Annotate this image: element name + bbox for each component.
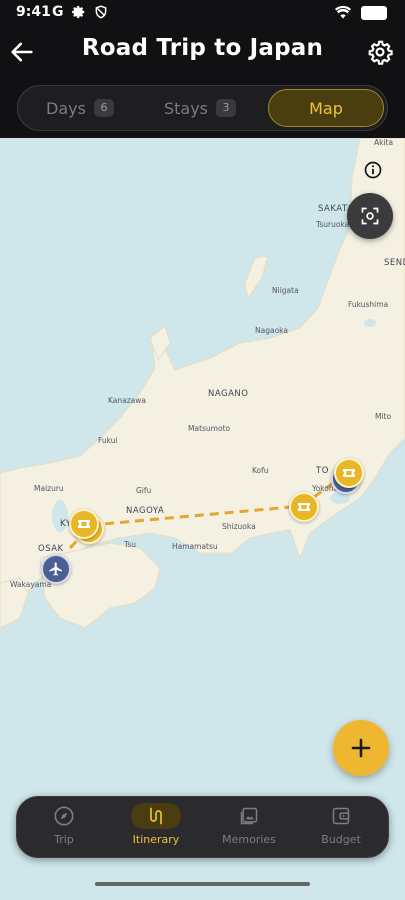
status-time: 9:41	[16, 4, 51, 20]
plus-icon	[351, 738, 371, 758]
nav-budget-icon-wrap	[316, 803, 366, 829]
label-tokyo: TO	[316, 466, 329, 476]
tab-stays-label: Stays	[163, 98, 209, 118]
nav-memories[interactable]: Memories	[204, 803, 294, 853]
bottom-navigation: Trip Itinerary Memories Budget	[16, 796, 389, 858]
inland-lake	[364, 319, 376, 327]
nav-trip-label: Trip	[54, 833, 74, 846]
tab-days-label: Days	[46, 98, 86, 118]
label-fukushima: Fukushima	[348, 300, 389, 309]
label-mito: Mito	[375, 412, 392, 421]
tab-map[interactable]: Map	[268, 89, 384, 127]
home-indicator	[95, 882, 310, 886]
tab-days-count: 6	[93, 99, 114, 117]
map-pin-kyoto[interactable]	[69, 509, 99, 539]
label-nagaoka: Nagaoka	[255, 326, 288, 335]
add-button[interactable]	[333, 720, 389, 776]
nav-trip-icon-wrap	[39, 803, 89, 829]
label-maizuru: Maizuru	[34, 484, 64, 493]
nav-itinerary-label: Itinerary	[132, 833, 180, 846]
tab-stays-count: 3	[216, 99, 237, 117]
map-pin-tokyo[interactable]	[334, 458, 364, 488]
nav-memories-label: Memories	[222, 833, 276, 846]
google-icon: G	[52, 4, 64, 20]
nav-itinerary-icon-wrap	[131, 803, 181, 829]
label-sendai: SEND	[384, 258, 405, 268]
label-nagano: NAGANO	[208, 389, 249, 399]
battery-icon	[361, 6, 387, 20]
nav-trip[interactable]: Trip	[19, 803, 109, 853]
info-icon	[364, 161, 382, 179]
map-pin-shizuoka[interactable]	[289, 492, 319, 522]
compass-icon	[54, 806, 74, 826]
label-tsu: Tsu	[124, 540, 137, 549]
tab-map-label: Map	[309, 98, 343, 118]
sado-island	[244, 255, 269, 300]
label-niigata: Niigata	[272, 286, 299, 295]
page-title: Road Trip to Japan	[81, 35, 324, 61]
label-shizuoka: Shizuoka	[222, 522, 256, 531]
nav-budget-label: Budget	[321, 833, 361, 846]
nav-budget[interactable]: Budget	[296, 803, 386, 853]
app-header: Road Trip to Japan	[0, 26, 405, 78]
view-tabs-bar: Days 6 Stays 3 Map	[0, 78, 405, 138]
tab-stays[interactable]: Stays 3	[142, 89, 258, 127]
label-akita: Akita	[374, 138, 394, 147]
label-nagoya: NAGOYA	[126, 506, 165, 516]
airplane-icon	[49, 562, 62, 576]
nav-itinerary[interactable]: Itinerary	[111, 803, 201, 853]
tab-days[interactable]: Days 6	[22, 89, 138, 127]
ticket-icon	[343, 469, 355, 477]
recenter-button[interactable]	[347, 193, 393, 239]
wallet-icon	[332, 807, 350, 825]
label-kanazawa: Kanazawa	[108, 396, 146, 405]
shield-icon	[95, 5, 107, 19]
status-bar: 9:41 G	[0, 0, 405, 26]
ticket-icon	[78, 520, 90, 528]
photos-icon	[240, 807, 258, 825]
label-wakayama: Wakayama	[10, 580, 52, 589]
map-info-button[interactable]	[363, 160, 383, 180]
label-kofu: Kofu	[252, 466, 269, 475]
settings-status-icon	[72, 5, 85, 19]
label-hamamatsu: Hamamatsu	[172, 542, 218, 551]
label-matsumoto: Matsumoto	[188, 424, 231, 433]
focus-frame-icon	[361, 207, 379, 225]
label-osaka: OSAK	[38, 544, 64, 554]
ticket-icon	[298, 503, 310, 511]
label-fukui: Fukui	[98, 436, 118, 445]
gear-icon[interactable]	[367, 39, 393, 65]
wifi-icon	[335, 5, 351, 19]
segmented-control: Days 6 Stays 3 Map	[17, 85, 388, 131]
nav-memories-icon-wrap	[224, 803, 274, 829]
map-pin-airport[interactable]	[41, 554, 71, 584]
label-tsuruoka: Tsuruoka	[316, 220, 350, 229]
label-gifu: Gifu	[136, 486, 152, 495]
route-icon	[150, 807, 162, 825]
map-view[interactable]: Akita SAKATA Tsuruoka SEND Niigata Fukus…	[0, 138, 405, 900]
